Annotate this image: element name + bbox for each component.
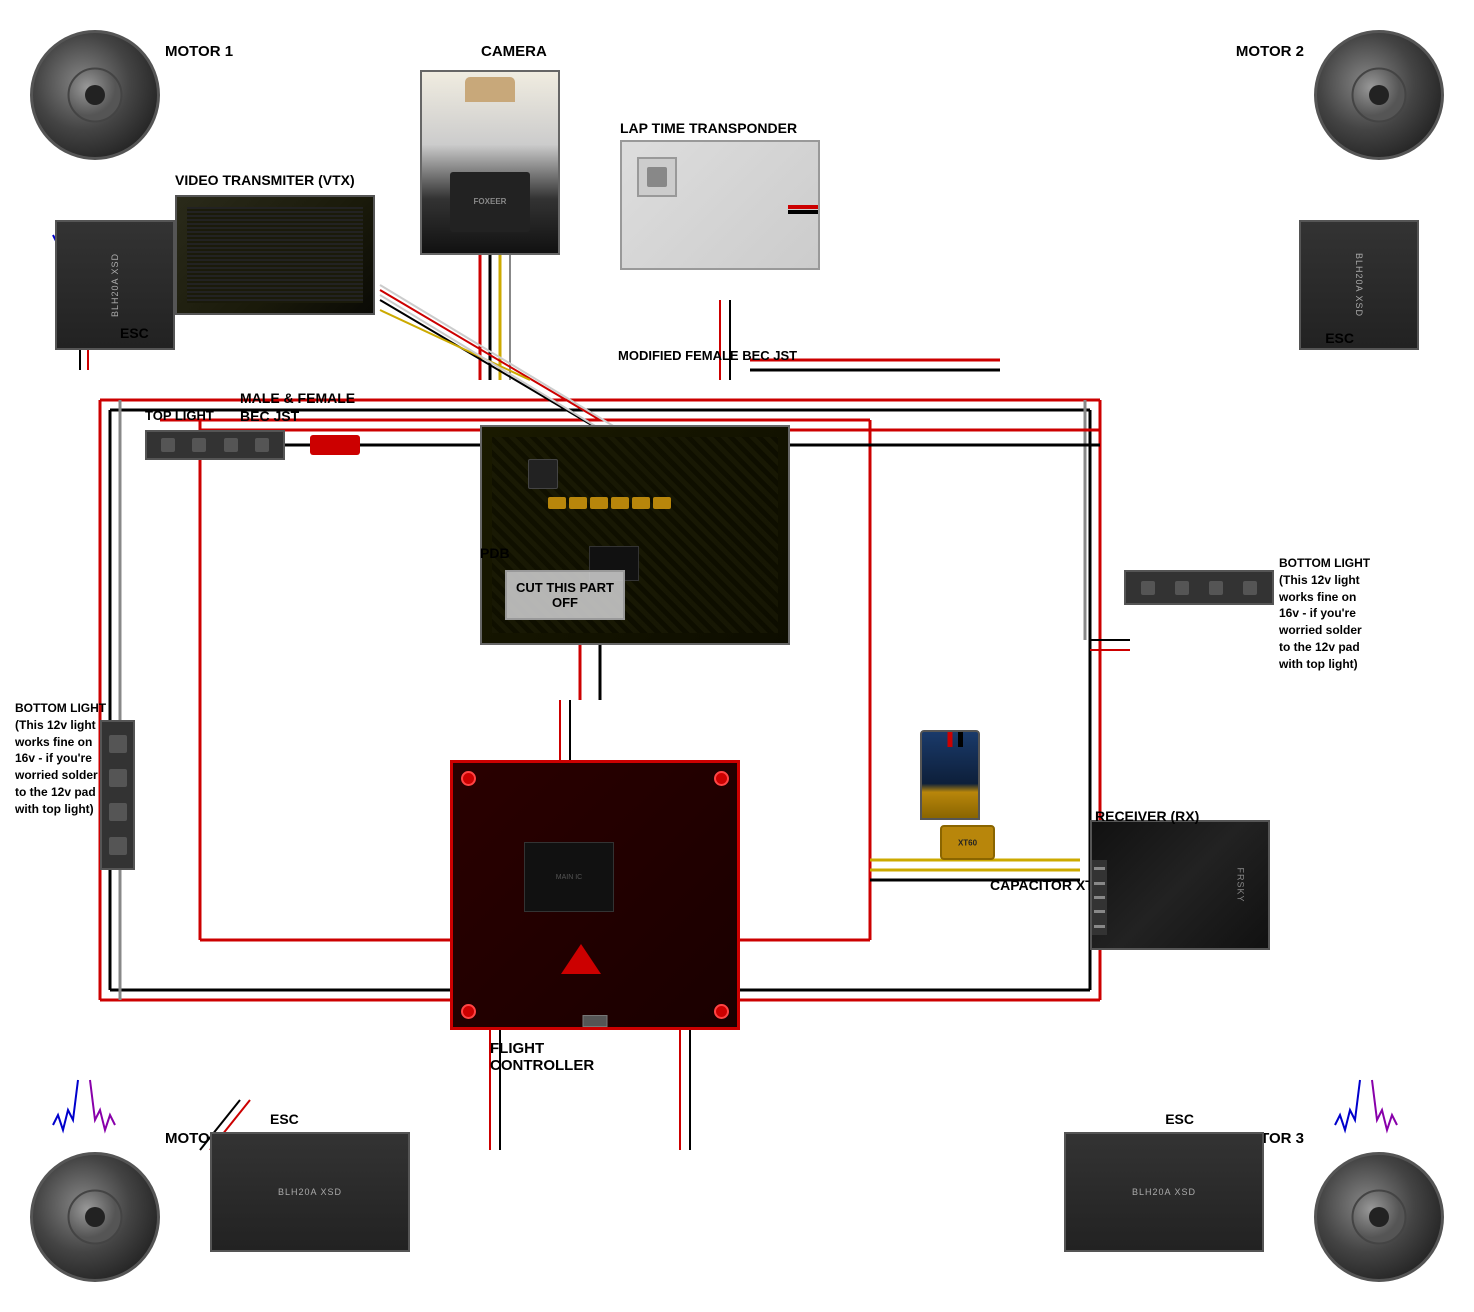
motor3-image <box>1314 1152 1444 1282</box>
xt60-connector: XT60 <box>940 825 995 860</box>
bottom-light-right-label: BOTTOM LIGHT(This 12v lightworks fine on… <box>1279 555 1454 673</box>
esc-topleft-label: ESC <box>120 325 149 341</box>
esc-topright-image: BLH20A XSD <box>1299 220 1419 350</box>
bec-connector <box>310 435 360 455</box>
fc-label: FLIGHTCONTROLLER <box>490 1040 594 1074</box>
motor4-image <box>30 1152 160 1282</box>
camera-image: FOXEER <box>420 70 560 255</box>
transponder-label: LAP TIME TRANSPONDER <box>620 120 797 136</box>
vtx-label: VIDEO TRANSMITER (VTX) <box>175 172 355 188</box>
motor2-image <box>1314 30 1444 160</box>
motor2-label: MOTOR 2 <box>1236 43 1304 60</box>
bec-jst-label: MALE & FEMALE <box>240 390 355 406</box>
bec-jst-label2: BEC JST <box>240 408 299 424</box>
esc-bottomright-image: BLH20A XSD <box>1064 1132 1264 1252</box>
fc-image: MAIN IC <box>450 760 740 1030</box>
receiver-label: RECEIVER (RX) <box>1095 808 1199 824</box>
top-light-image <box>145 430 285 460</box>
esc-bottomright-label: ESC <box>1165 1111 1194 1127</box>
cut-this-box: CUT THIS PART OFF <box>505 570 625 620</box>
camera-label: CAMERA <box>481 43 547 60</box>
pdb-label: PDB <box>480 545 510 561</box>
transponder-image <box>620 140 820 270</box>
bottom-light-left-label: BOTTOM LIGHT(This 12v lightworks fine on… <box>15 700 110 818</box>
diagram-container: MOTOR 1 BLH20A XSD ESC VIDEO TRANSMITER … <box>0 0 1474 1312</box>
top-light-label: TOP LIGHT <box>145 408 214 423</box>
esc-topleft-image: BLH20A XSD <box>55 220 175 350</box>
esc-bottomleft-image: BLH20A XSD <box>210 1132 410 1252</box>
esc-bottomleft-label: ESC <box>270 1111 299 1127</box>
vtx-image <box>175 195 375 315</box>
capacitor-image <box>920 730 980 820</box>
motor1-label: MOTOR 1 <box>165 43 233 60</box>
bottom-light-right-image <box>1124 570 1274 605</box>
receiver-image: FRSKY <box>1090 820 1270 950</box>
modified-bec-label: MODIFIED FEMALE BEC JST <box>618 348 797 363</box>
motor1-image <box>30 30 160 160</box>
esc-topright-label: ESC <box>1325 330 1354 346</box>
